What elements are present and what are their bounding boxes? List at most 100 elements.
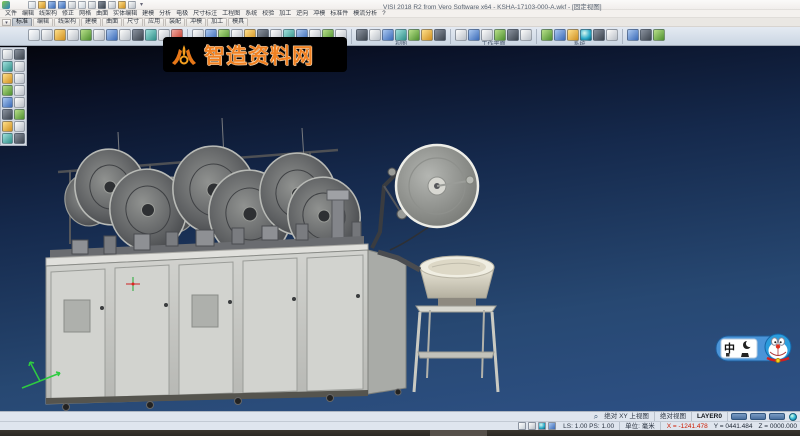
workplane-indicator[interactable]: 绝对 XY 上视图 <box>599 412 655 421</box>
toolbar-icon[interactable] <box>606 29 618 41</box>
palette-icon[interactable] <box>14 121 25 132</box>
palette-icon[interactable] <box>2 85 13 96</box>
open-file-icon[interactable] <box>38 1 46 9</box>
toolbar-icon[interactable] <box>369 29 381 41</box>
qat-customize-chevron-icon[interactable]: ▾ <box>140 1 143 9</box>
viewport-3d[interactable] <box>0 46 800 411</box>
toolbar-icon[interactable] <box>395 29 407 41</box>
ime-toolbar[interactable]: 中 <box>714 329 796 369</box>
palette-icon[interactable] <box>2 61 13 72</box>
redo-icon[interactable] <box>118 1 126 9</box>
palette-icon[interactable] <box>14 61 25 72</box>
tab-modeling[interactable]: 建模 <box>81 18 101 27</box>
palette-icon[interactable] <box>2 109 13 120</box>
menu-item-modeling[interactable]: 建模 <box>140 10 156 18</box>
palette-icon[interactable] <box>2 133 13 144</box>
clock-icon[interactable] <box>538 422 546 430</box>
menu-item-mesh[interactable]: 网格 <box>77 10 93 18</box>
toolbar-icon[interactable] <box>455 29 467 41</box>
taskbar-button[interactable] <box>430 430 487 436</box>
toolbar-icon[interactable] <box>93 29 105 41</box>
tab-mold[interactable]: 模具 <box>228 18 248 27</box>
toolbar-icon[interactable] <box>481 29 493 41</box>
toolbar-icon[interactable] <box>554 29 566 41</box>
menu-item-standard-parts[interactable]: 标准件 <box>328 10 350 18</box>
toolbar-icon[interactable] <box>106 29 118 41</box>
menu-item-surface[interactable]: 曲面 <box>94 10 110 18</box>
undo-icon[interactable] <box>108 1 116 9</box>
save-icon[interactable] <box>48 1 56 9</box>
paste-icon[interactable] <box>88 1 96 9</box>
toolbar-icon[interactable] <box>80 29 92 41</box>
menu-item-help[interactable]: ? <box>380 10 387 18</box>
toolbar-icon[interactable] <box>132 29 144 41</box>
menu-item-reverse[interactable]: 逆向 <box>294 10 310 18</box>
toolbar-icon[interactable] <box>640 29 652 41</box>
toolbar-icon[interactable] <box>507 29 519 41</box>
print-icon[interactable] <box>68 1 76 9</box>
toolbar-icon[interactable] <box>468 29 480 41</box>
menu-item-electrode[interactable]: 电极 <box>174 10 190 18</box>
active-layer-indicator[interactable]: LAYER0 <box>692 412 728 421</box>
menu-item-wireframe[interactable]: 线架构 <box>37 10 59 18</box>
menu-item-analysis[interactable]: 分析 <box>157 10 173 18</box>
menu-item-flow-analysis[interactable]: 模流分析 <box>351 10 379 18</box>
toolbar-icon[interactable] <box>54 29 66 41</box>
delete-icon[interactable] <box>98 1 106 9</box>
palette-icon[interactable] <box>14 109 25 120</box>
menu-item-file[interactable]: 文件 <box>3 10 19 18</box>
options-icon[interactable] <box>128 1 136 9</box>
menu-item-system[interactable]: 系统 <box>243 10 259 18</box>
menu-item-drawing[interactable]: 工程图 <box>220 10 242 18</box>
toolbar-icon[interactable] <box>145 29 157 41</box>
tab-surface[interactable]: 曲面 <box>102 18 122 27</box>
view-indicator[interactable]: 绝对视图 <box>655 412 692 421</box>
toolbar-icon[interactable] <box>593 29 605 41</box>
toolbar-icon[interactable] <box>520 29 532 41</box>
globe-icon[interactable] <box>789 413 797 421</box>
palette-icon[interactable] <box>14 97 25 108</box>
palette-icon[interactable] <box>14 85 25 96</box>
toolbar-dropdown-button[interactable]: ▾ <box>2 19 11 26</box>
toolbar-icon[interactable] <box>382 29 394 41</box>
toolbar-icon[interactable] <box>434 29 446 41</box>
tab-standard[interactable]: 标准 <box>12 18 32 27</box>
tab-dimension[interactable]: 尺寸 <box>123 18 143 27</box>
menu-item-modify[interactable]: 修正 <box>60 10 76 18</box>
palette-icon[interactable] <box>2 73 13 84</box>
view-preset-button-1[interactable] <box>731 413 747 420</box>
tab-wireframe[interactable]: 线架构 <box>54 18 80 27</box>
snapshot-icon[interactable] <box>528 422 536 430</box>
tab-machining[interactable]: 加工 <box>207 18 227 27</box>
view-preset-button-3[interactable] <box>769 413 785 420</box>
toolbar-icon[interactable] <box>494 29 506 41</box>
menu-item-die[interactable]: 冲模 <box>311 10 327 18</box>
palette-icon[interactable] <box>14 49 25 60</box>
tab-assembly[interactable]: 装配 <box>165 18 185 27</box>
toolbar-icon[interactable] <box>421 29 433 41</box>
tab-edit[interactable]: 编辑 <box>33 18 53 27</box>
menu-item-verify[interactable]: 校验 <box>260 10 276 18</box>
palette-icon[interactable] <box>2 97 13 108</box>
toolbar-icon[interactable] <box>28 29 40 41</box>
save-all-icon[interactable] <box>58 1 66 9</box>
view-preset-button-2[interactable] <box>750 413 766 420</box>
toolbar-icon[interactable] <box>541 29 553 41</box>
toolbar-icon[interactable] <box>580 29 592 41</box>
palette-icon[interactable] <box>14 133 25 144</box>
palette-icon[interactable] <box>2 121 13 132</box>
menu-item-solid-edit[interactable]: 实体编辑 <box>111 10 139 18</box>
toolbar-icon[interactable] <box>119 29 131 41</box>
toolbar-icon[interactable] <box>627 29 639 41</box>
menu-item-dimension[interactable]: 尺寸标注 <box>191 10 219 18</box>
menu-item-machining[interactable]: 加工 <box>277 10 293 18</box>
prompt-icon[interactable] <box>518 422 526 430</box>
palette-icon[interactable] <box>2 49 13 60</box>
toolbar-icon[interactable] <box>41 29 53 41</box>
toolbar-icon[interactable] <box>408 29 420 41</box>
new-file-icon[interactable] <box>28 1 36 9</box>
toolbar-icon[interactable] <box>67 29 79 41</box>
toolbar-icon[interactable] <box>567 29 579 41</box>
palette-icon[interactable] <box>14 73 25 84</box>
copy-icon[interactable] <box>78 1 86 9</box>
